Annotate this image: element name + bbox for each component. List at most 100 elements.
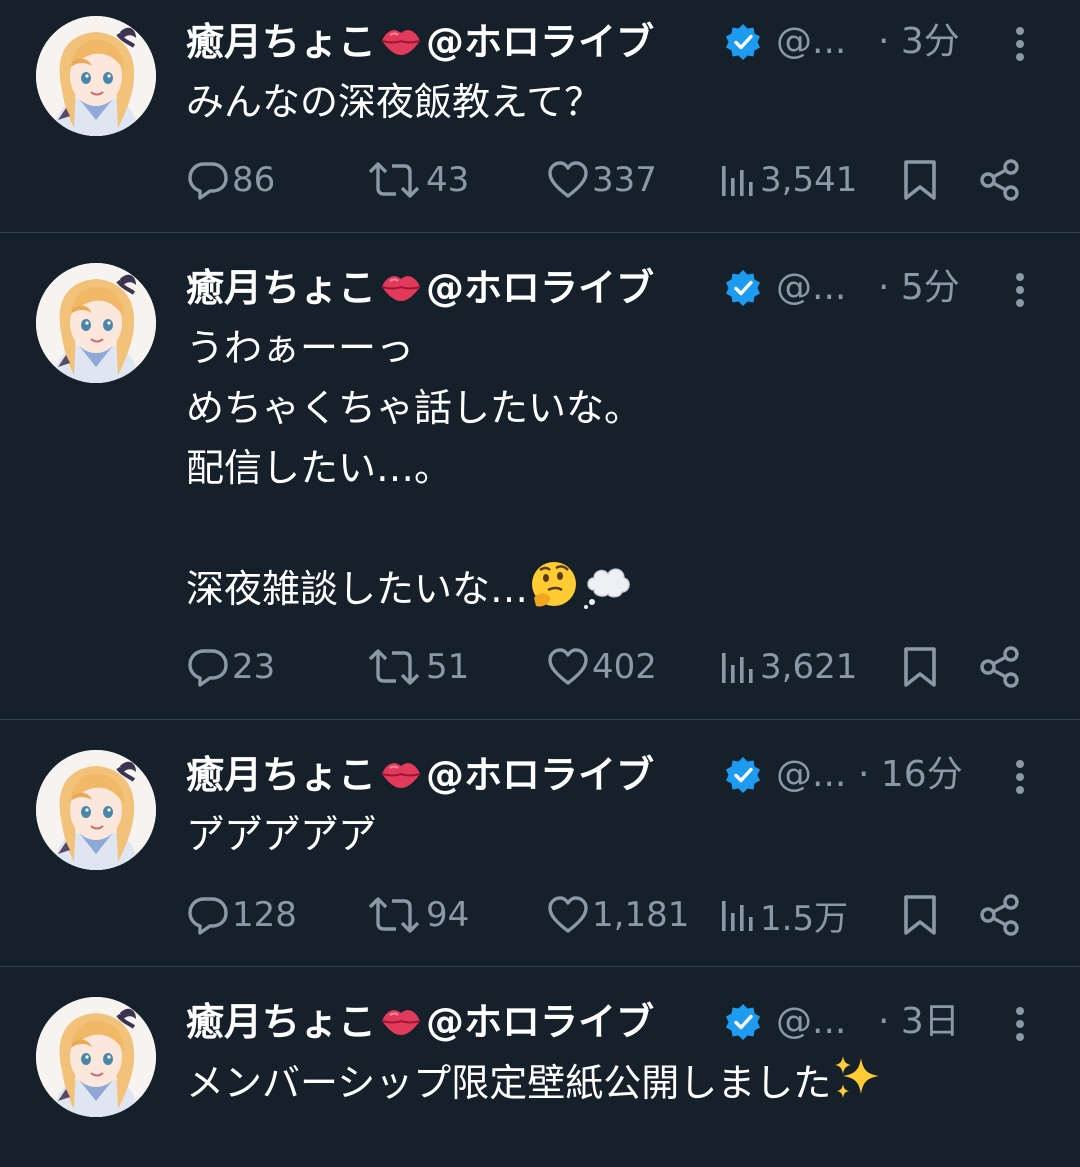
tweet-text-body: メンバーシップ限定壁紙公開しました bbox=[186, 1061, 832, 1105]
views-icon bbox=[718, 645, 758, 689]
reply-button[interactable]: 86 bbox=[186, 155, 275, 205]
tweet-text: メンバーシップ限定壁紙公開しました bbox=[186, 1052, 1026, 1113]
handle[interactable]: @... bbox=[776, 1000, 846, 1044]
share-icon bbox=[978, 645, 1022, 689]
display-name-suffix: @ホロライブ bbox=[426, 20, 655, 64]
tweet-text-body: みんなの深夜飯教えて？ bbox=[186, 80, 603, 124]
like-button[interactable]: 1,181 bbox=[546, 890, 689, 940]
views-count: 3,541 bbox=[760, 160, 858, 200]
tweet-header: 癒月ちょこ @ホロライブ @... · 3分 bbox=[186, 20, 1040, 64]
like-count: 1,181 bbox=[592, 895, 690, 935]
tweet-header: 癒月ちょこ @ホロライブ @... · 16分 bbox=[186, 753, 1040, 797]
views-button[interactable]: 3,621 bbox=[718, 642, 857, 692]
lips-icon bbox=[378, 23, 424, 59]
bookmark-button[interactable] bbox=[898, 642, 942, 692]
tweet-text: みんなの深夜飯教えて？ bbox=[186, 72, 1026, 132]
action-bar: 128 94 1,181 1.5万 bbox=[186, 890, 1040, 940]
display-name-text: 癒月ちょこ bbox=[186, 1000, 377, 1044]
avatar[interactable] bbox=[36, 750, 156, 870]
tweet-header: 癒月ちょこ @ホロライブ @... · 3日 bbox=[186, 1000, 1040, 1044]
tweet-header: 癒月ちょこ @ホロライブ @... · 5分 bbox=[186, 266, 1040, 310]
tweet[interactable]: 癒月ちょこ @ホロライブ @... · 3日 メンバーシップ限定壁紙公開しました bbox=[0, 967, 1080, 1167]
share-button[interactable] bbox=[978, 642, 1022, 692]
retweet-icon bbox=[364, 645, 424, 689]
retweet-button[interactable]: 43 bbox=[364, 155, 469, 205]
bookmark-icon bbox=[898, 158, 942, 202]
views-button[interactable]: 1.5万 bbox=[718, 890, 848, 940]
bookmark-button[interactable] bbox=[898, 890, 942, 940]
display-name-suffix: @ホロライブ bbox=[426, 753, 655, 797]
tweet-text: うわぁーーっ めちゃくちゃ話したいな。 配信したい…。 深夜雑談したいな… bbox=[186, 318, 1026, 619]
lips-icon bbox=[378, 756, 424, 792]
handle[interactable]: @... bbox=[776, 20, 846, 64]
like-button[interactable]: 337 bbox=[546, 155, 657, 205]
reply-button[interactable]: 128 bbox=[186, 890, 297, 940]
handle[interactable]: @... bbox=[776, 753, 846, 797]
bookmark-icon bbox=[898, 893, 942, 937]
thought-balloon-icon bbox=[580, 558, 632, 610]
share-icon bbox=[978, 893, 1022, 937]
like-count: 402 bbox=[592, 647, 657, 687]
avatar[interactable] bbox=[36, 16, 156, 136]
bookmark-icon bbox=[898, 645, 942, 689]
action-bar: 86 43 337 3,541 bbox=[186, 155, 1040, 205]
handle[interactable]: @... bbox=[776, 266, 846, 310]
action-bar: 23 51 402 3,621 bbox=[186, 642, 1040, 692]
views-count: 3,621 bbox=[760, 647, 858, 687]
tweet[interactable]: 癒月ちょこ @ホロライブ @... · 16分 ア゙ア゙ア゙ア゙ア゙ 128 94 bbox=[0, 720, 1080, 967]
views-icon bbox=[718, 893, 758, 937]
display-name-text: 癒月ちょこ bbox=[186, 20, 377, 64]
share-button[interactable] bbox=[978, 890, 1022, 940]
more-options-icon[interactable] bbox=[1006, 1004, 1034, 1044]
avatar[interactable] bbox=[36, 997, 156, 1117]
heart-icon bbox=[546, 893, 590, 937]
timestamp[interactable]: · 16分 bbox=[858, 753, 963, 797]
verified-badge-icon bbox=[724, 269, 762, 307]
retweet-count: 94 bbox=[426, 895, 470, 935]
sparkles-icon bbox=[831, 1052, 883, 1104]
display-name-suffix: @ホロライブ bbox=[426, 1000, 655, 1044]
retweet-button[interactable]: 51 bbox=[364, 642, 469, 692]
like-count: 337 bbox=[592, 160, 657, 200]
share-button[interactable] bbox=[978, 155, 1022, 205]
display-name[interactable]: 癒月ちょこ @ホロライブ bbox=[186, 753, 654, 797]
timeline-lower: 癒月ちょこ @ホロライブ @... · 16分 ア゙ア゙ア゙ア゙ア゙ 128 94 bbox=[0, 720, 1080, 1167]
tweet-text-body: ア゙ア゙ア゙ア゙ア゙ bbox=[186, 813, 377, 857]
reply-icon bbox=[186, 158, 230, 202]
timestamp[interactable]: · 3分 bbox=[878, 20, 960, 64]
views-count: 1.5万 bbox=[760, 898, 849, 939]
bookmark-button[interactable] bbox=[898, 155, 942, 205]
heart-icon bbox=[546, 158, 590, 202]
heart-icon bbox=[546, 645, 590, 689]
display-name-suffix: @ホロライブ bbox=[426, 266, 655, 310]
more-options-icon[interactable] bbox=[1006, 24, 1034, 64]
more-options-icon[interactable] bbox=[1006, 270, 1034, 310]
tweet[interactable]: 癒月ちょこ @ホロライブ @... · 3分 みんなの深夜飯教えて？ 86 43 bbox=[0, 0, 1080, 233]
lips-icon bbox=[378, 269, 424, 305]
display-name-text: 癒月ちょこ bbox=[186, 266, 377, 310]
retweet-count: 43 bbox=[426, 160, 470, 200]
retweet-icon bbox=[364, 158, 424, 202]
more-options-icon[interactable] bbox=[1006, 757, 1034, 797]
verified-badge-icon bbox=[724, 23, 762, 61]
reply-count: 86 bbox=[232, 160, 276, 200]
verified-badge-icon bbox=[724, 756, 762, 794]
reply-count: 23 bbox=[232, 647, 276, 687]
timestamp[interactable]: · 5分 bbox=[878, 266, 960, 310]
timestamp[interactable]: · 3日 bbox=[878, 1000, 960, 1044]
display-name[interactable]: 癒月ちょこ @ホロライブ bbox=[186, 20, 654, 64]
tweet[interactable]: 癒月ちょこ @ホロライブ @... · 5分 うわぁーーっ めちゃくちゃ話したいな… bbox=[0, 233, 1080, 720]
reply-icon bbox=[186, 645, 230, 689]
retweet-count: 51 bbox=[426, 647, 470, 687]
like-button[interactable]: 402 bbox=[546, 642, 657, 692]
thinking-face-icon bbox=[528, 558, 580, 610]
display-name[interactable]: 癒月ちょこ @ホロライブ bbox=[186, 266, 654, 310]
display-name[interactable]: 癒月ちょこ @ホロライブ bbox=[186, 1000, 654, 1044]
reply-icon bbox=[186, 893, 230, 937]
reply-button[interactable]: 23 bbox=[186, 642, 275, 692]
share-icon bbox=[978, 158, 1022, 202]
reply-count: 128 bbox=[232, 895, 297, 935]
avatar[interactable] bbox=[36, 263, 156, 383]
views-button[interactable]: 3,541 bbox=[718, 155, 857, 205]
retweet-button[interactable]: 94 bbox=[364, 890, 469, 940]
